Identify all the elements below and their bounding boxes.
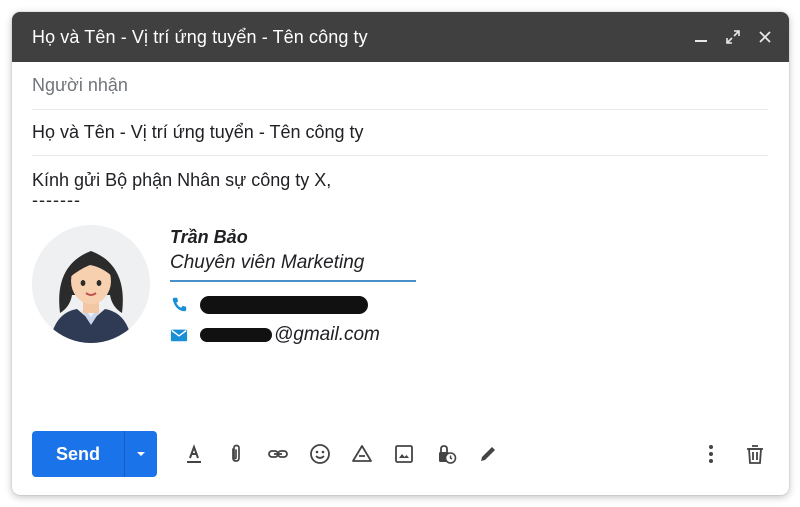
email-domain: @gmail.com (274, 324, 380, 345)
confidential-icon[interactable] (425, 434, 467, 474)
signature-role: Chuyên viên Marketing (170, 249, 416, 282)
greeting-text: Kính gửi Bộ phận Nhân sự công ty X, (32, 170, 332, 190)
trash-icon[interactable] (738, 434, 772, 474)
phone-row (170, 292, 420, 318)
avatar (32, 225, 150, 343)
signature-details: Trần Bảo Chuyên viên Marketing @gmail.co… (170, 225, 420, 348)
signature-icon[interactable] (467, 434, 509, 474)
email-row: @gmail.com (170, 322, 420, 348)
image-icon[interactable] (383, 434, 425, 474)
formatting-tools (173, 434, 509, 474)
signature-name: Trần Bảo (170, 227, 248, 247)
emoji-icon[interactable] (299, 434, 341, 474)
compose-toolbar: Send (32, 430, 772, 478)
compose-titlebar[interactable]: Họ và Tên - Vị trí ứng tuyển - Tên công … (12, 12, 789, 62)
toolbar-right (696, 434, 772, 474)
send-button-group: Send (32, 431, 157, 477)
redacted-phone (200, 296, 368, 314)
expand-icon[interactable] (725, 29, 741, 45)
redacted-email-user (200, 328, 272, 342)
chevron-down-icon (137, 452, 145, 456)
close-icon[interactable] (757, 29, 773, 45)
separator-text: ------- (32, 190, 81, 210)
mail-icon (170, 325, 190, 345)
compose-title: Họ và Tên - Vị trí ứng tuyển - Tên công … (32, 26, 368, 47)
subject-field[interactable]: Họ và Tên - Vị trí ứng tuyển - Tên công … (32, 109, 768, 156)
attach-icon[interactable] (215, 434, 257, 474)
email-signature: Trần Bảo Chuyên viên Marketing @gmail.co… (32, 225, 532, 355)
link-icon[interactable] (257, 434, 299, 474)
send-button[interactable]: Send (32, 431, 124, 477)
drive-icon[interactable] (341, 434, 383, 474)
compose-window: Họ và Tên - Vị trí ứng tuyển - Tên công … (12, 12, 789, 495)
format-text-icon[interactable] (173, 434, 215, 474)
window-controls (693, 29, 773, 45)
minimize-icon[interactable] (693, 29, 709, 45)
more-options-icon[interactable] (696, 434, 726, 474)
send-options-button[interactable] (124, 431, 157, 477)
recipients-field[interactable]: Người nhận (32, 62, 768, 110)
phone-icon (170, 295, 190, 315)
message-body[interactable]: Kính gửi Bộ phận Nhân sự công ty X, ----… (32, 167, 772, 345)
recipients-placeholder: Người nhận (32, 75, 128, 95)
subject-text: Họ và Tên - Vị trí ứng tuyển - Tên công … (32, 121, 364, 142)
